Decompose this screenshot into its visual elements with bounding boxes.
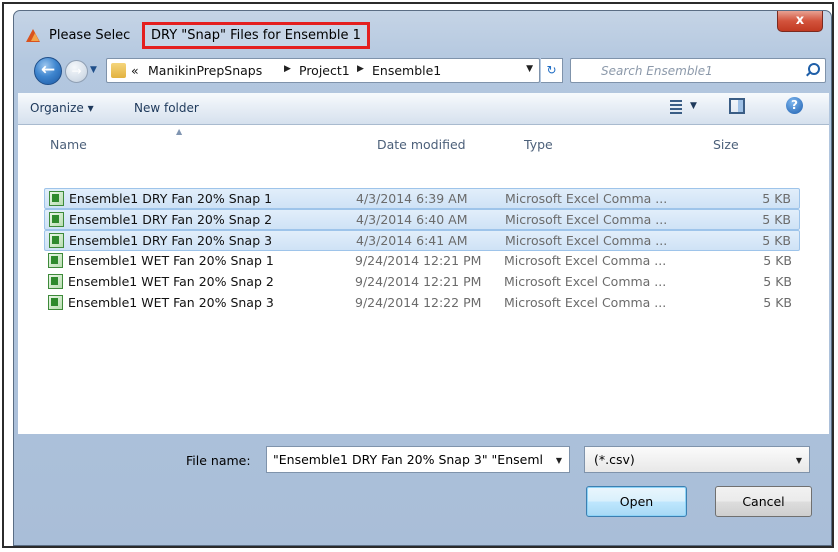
breadcrumb-separator-icon[interactable]: ▶ <box>284 64 291 74</box>
table-row[interactable]: Ensemble1 WET Fan 20% Snap 1 9/24/2014 12… <box>44 251 800 272</box>
search-input[interactable]: Search Ensemble1 <box>601 64 713 78</box>
breadcrumb-manikinprepsnaps[interactable]: ManikinPrepSnaps <box>148 63 262 78</box>
address-dropdown-icon[interactable]: ▼ <box>526 64 533 74</box>
excel-csv-file-icon <box>49 191 64 206</box>
table-row[interactable]: Ensemble1 WET Fan 20% Snap 2 9/24/2014 12… <box>44 272 800 293</box>
file-open-dialog: Please Selec DRY "Snap" Files for Ensemb… <box>13 10 832 546</box>
file-size: 5 KB <box>763 295 792 310</box>
file-name-label: File name: <box>186 453 251 468</box>
file-size: 5 KB <box>762 212 791 227</box>
file-size: 5 KB <box>763 253 792 268</box>
file-date-modified: 9/24/2014 12:22 PM <box>355 295 482 310</box>
column-header-date-modified[interactable]: Date modified <box>377 137 466 152</box>
file-type: Microsoft Excel Comma ... <box>504 253 667 268</box>
file-name-dropdown-icon[interactable]: ▼ <box>556 456 562 465</box>
recent-locations-dropdown-icon[interactable]: ▼ <box>90 65 100 75</box>
window-title: Please Selec <box>49 28 131 43</box>
file-size: 5 KB <box>763 274 792 289</box>
file-list: Name ▲ Date modified Type Size Ensemble1… <box>18 125 829 434</box>
back-button[interactable]: ← <box>34 57 62 85</box>
table-row[interactable]: Ensemble1 DRY Fan 20% Snap 3 4/3/2014 6:4… <box>44 230 800 251</box>
matlab-icon <box>26 29 40 42</box>
help-icon[interactable]: ? <box>786 97 803 114</box>
file-date-modified: 4/3/2014 6:39 AM <box>356 191 468 206</box>
cancel-button[interactable]: Cancel <box>715 486 812 517</box>
breadcrumb-overflow[interactable]: « <box>131 63 139 78</box>
file-type-value: (*.csv) <box>594 452 635 467</box>
open-button[interactable]: Open <box>586 486 687 517</box>
sort-ascending-icon: ▲ <box>176 127 183 136</box>
file-name: Ensemble1 WET Fan 20% Snap 2 <box>68 274 274 289</box>
breadcrumb-ensemble1[interactable]: Ensemble1 <box>372 63 441 78</box>
view-options-dropdown-icon[interactable]: ▼ <box>690 101 697 111</box>
new-folder-button[interactable]: New folder <box>134 101 199 115</box>
preview-pane-icon[interactable] <box>729 98 745 114</box>
table-row[interactable]: Ensemble1 WET Fan 20% Snap 3 9/24/2014 12… <box>44 293 800 314</box>
address-bar[interactable]: « ManikinPrepSnaps ▶ Project1 ▶ Ensemble… <box>106 58 540 83</box>
forward-button[interactable]: → <box>65 60 88 83</box>
file-date-modified: 9/24/2014 12:21 PM <box>355 253 482 268</box>
organize-button[interactable]: Organize ▾ <box>30 101 94 115</box>
file-date-modified: 4/3/2014 6:40 AM <box>356 212 468 227</box>
file-type: Microsoft Excel Comma ... <box>505 233 668 248</box>
excel-csv-file-icon <box>49 212 64 227</box>
file-name: Ensemble1 DRY Fan 20% Snap 3 <box>69 233 273 248</box>
excel-csv-file-icon <box>48 274 63 289</box>
change-view-icon[interactable] <box>670 100 682 114</box>
folder-icon <box>111 63 126 78</box>
file-type: Microsoft Excel Comma ... <box>504 295 667 310</box>
refresh-icon[interactable]: ↻ <box>541 58 563 83</box>
breadcrumb-separator-icon[interactable]: ▶ <box>357 64 364 74</box>
excel-csv-file-icon <box>49 233 64 248</box>
search-icon[interactable] <box>808 63 820 75</box>
file-type-select[interactable]: (*.csv) ▼ <box>584 446 810 473</box>
breadcrumb-project1[interactable]: Project1 <box>299 63 350 78</box>
title-bar: Please Selec DRY "Snap" Files for Ensemb… <box>14 11 831 53</box>
file-name: Ensemble1 DRY Fan 20% Snap 2 <box>69 212 273 227</box>
file-type: Microsoft Excel Comma ... <box>505 191 668 206</box>
search-box[interactable]: Search Ensemble1 <box>570 58 826 83</box>
file-name: Ensemble1 DRY Fan 20% Snap 1 <box>69 191 273 206</box>
excel-csv-file-icon <box>48 295 63 310</box>
column-header-name[interactable]: Name <box>50 137 87 152</box>
table-row[interactable]: Ensemble1 DRY Fan 20% Snap 2 4/3/2014 6:4… <box>44 209 800 230</box>
file-name: Ensemble1 WET Fan 20% Snap 3 <box>68 295 274 310</box>
file-name: Ensemble1 WET Fan 20% Snap 1 <box>68 253 274 268</box>
excel-csv-file-icon <box>48 253 63 268</box>
column-header-size[interactable]: Size <box>713 137 739 152</box>
table-row[interactable]: Ensemble1 DRY Fan 20% Snap 1 4/3/2014 6:3… <box>44 188 800 209</box>
window-title-highlight: DRY "Snap" Files for Ensemble 1 <box>142 22 370 49</box>
file-name-input[interactable]: "Ensemble1 DRY Fan 20% Snap 3" "Enseml <box>273 452 543 467</box>
file-type-dropdown-icon[interactable]: ▼ <box>796 456 802 465</box>
file-size: 5 KB <box>762 233 791 248</box>
column-header-type[interactable]: Type <box>524 137 553 152</box>
file-type: Microsoft Excel Comma ... <box>504 274 667 289</box>
file-type: Microsoft Excel Comma ... <box>505 212 668 227</box>
file-date-modified: 9/24/2014 12:21 PM <box>355 274 482 289</box>
close-button[interactable]: x <box>777 11 823 32</box>
file-date-modified: 4/3/2014 6:41 AM <box>356 233 468 248</box>
file-size: 5 KB <box>762 191 791 206</box>
file-name-combobox[interactable]: "Ensemble1 DRY Fan 20% Snap 3" "Enseml ▼ <box>266 446 570 473</box>
toolbar: Organize ▾ New folder ▼ ? <box>18 93 829 125</box>
screenshot-frame: Please Selec DRY "Snap" Files for Ensemb… <box>2 2 834 548</box>
